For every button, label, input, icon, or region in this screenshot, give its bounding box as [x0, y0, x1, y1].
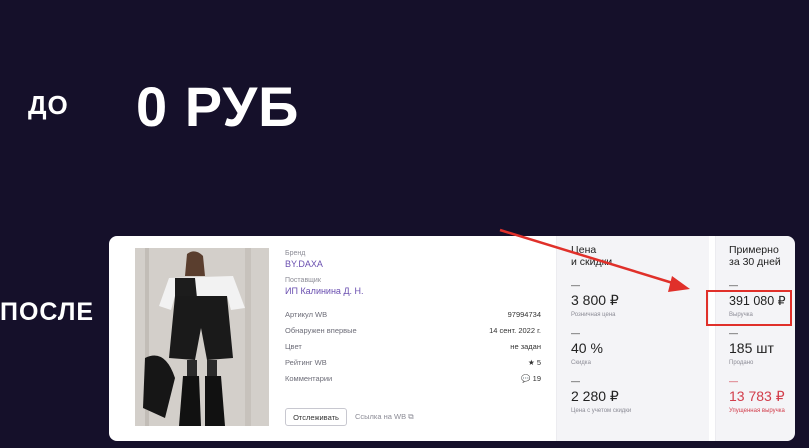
discount-value: 40 % [571, 340, 603, 356]
product-photo [135, 248, 269, 426]
dash-divider: — [729, 376, 738, 386]
dash-divider: — [571, 280, 580, 290]
detail-label: Артикул WB [285, 309, 328, 319]
stats-column: Примерно за 30 дней — 391 080 ₽ Выручка … [715, 236, 795, 441]
final-caption: Цена с учетом скидки [571, 408, 632, 414]
detail-row: Обнаружен впервые 14 сент. 2022 г. [285, 322, 541, 338]
discount-caption: Скидка [571, 360, 591, 366]
detail-label: Рейтинг WB [285, 357, 327, 367]
detail-value: ★ 5 [528, 357, 541, 367]
revenue-highlight-box [706, 290, 792, 326]
lost-revenue-caption: Упущенная выручка [729, 408, 785, 414]
wb-link[interactable]: Ссылка на WB ⧉ [355, 412, 414, 422]
brand-caption: Бренд [285, 250, 306, 257]
retail-price: 3 800 ₽ [571, 292, 619, 308]
detail-value: 97994734 [507, 309, 541, 319]
before-label: ДО [28, 90, 69, 120]
product-meta: Бренд BY.DAXA Поставщик ИП Калинина Д. Н… [285, 250, 541, 386]
stats-title: Примерно за 30 дней [729, 244, 781, 268]
detail-label: Комментарии [285, 373, 333, 383]
dash-divider: — [571, 328, 580, 338]
dash-divider: — [729, 328, 738, 338]
supplier-caption: Поставщик [285, 277, 321, 284]
track-button[interactable]: Отслеживать [285, 408, 347, 426]
dash-divider: — [571, 376, 580, 386]
detail-row: Артикул WB 97994734 [285, 306, 541, 322]
price-title: Цена и скидки [571, 244, 613, 268]
lost-revenue-value: 13 783 ₽ [729, 388, 785, 404]
detail-row: Цвет не задан [285, 338, 541, 354]
before-value: 0 РУБ [136, 75, 300, 138]
detail-value: 💬 19 [521, 373, 541, 383]
detail-value: не задан [510, 341, 541, 351]
detail-label: Обнаружен впервые [285, 325, 357, 335]
sold-caption: Продано [729, 360, 754, 366]
after-label: ПОСЛЕ [0, 298, 95, 326]
detail-row: Комментарии 💬 19 [285, 370, 541, 386]
sold-value: 185 шт [729, 340, 774, 356]
dash-divider: — [729, 280, 738, 290]
detail-label: Цвет [285, 341, 302, 351]
brand-link[interactable]: BY.DAXA [285, 259, 541, 269]
final-price: 2 280 ₽ [571, 388, 619, 404]
detail-row: Рейтинг WB ★ 5 [285, 354, 541, 370]
retail-caption: Розничная цена [571, 312, 616, 318]
price-column: Цена и скидки — 3 800 ₽ Розничная цена —… [556, 236, 709, 441]
supplier-link[interactable]: ИП Калинина Д. Н. [285, 286, 541, 296]
product-card: Бренд BY.DAXA Поставщик ИП Калинина Д. Н… [109, 236, 795, 441]
detail-value: 14 сент. 2022 г. [489, 325, 541, 335]
